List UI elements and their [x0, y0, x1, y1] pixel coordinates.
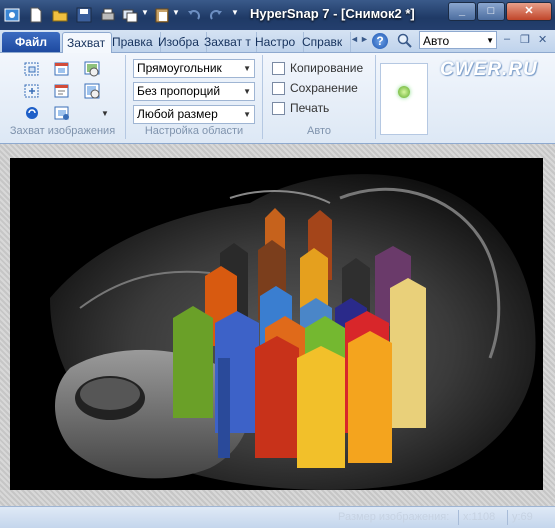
- shape-value: Прямоугольник: [137, 61, 222, 75]
- y-coordinate: y:69: [512, 511, 533, 523]
- capture-window-icon[interactable]: [53, 60, 71, 78]
- capture-preview-button[interactable]: [380, 63, 428, 135]
- mdi-minimize-button[interactable]: –: [504, 33, 510, 45]
- copy-checkbox[interactable]: Копирование: [272, 61, 363, 77]
- checkbox-box[interactable]: [272, 62, 285, 76]
- title-bar: ▼ ▼ ▼ HyperSnap 7 - [Снимок2 *] _ □ ✕: [0, 0, 555, 30]
- maximize-button[interactable]: □: [477, 2, 505, 21]
- region-group-label: Настройка области: [144, 125, 244, 137]
- print-label: Печать: [290, 101, 330, 115]
- status-bar: Размер изображения: x:1108 y:69: [0, 506, 555, 528]
- help-icon[interactable]: ?: [372, 33, 388, 49]
- chevron-down-icon: ▼: [243, 87, 251, 96]
- ratio-value: Без пропорций: [137, 84, 221, 98]
- redo-icon[interactable]: [208, 7, 224, 23]
- capture-active-window-icon[interactable]: [53, 82, 71, 100]
- status-separator: [507, 510, 508, 525]
- checkbox-box[interactable]: [272, 82, 285, 96]
- capture-region-icon[interactable]: [23, 60, 41, 78]
- auto-group-label: Авто: [307, 125, 331, 137]
- open-icon[interactable]: [52, 7, 68, 23]
- close-button[interactable]: ✕: [506, 2, 552, 21]
- capture-repeat-icon[interactable]: [23, 104, 41, 122]
- tab-help[interactable]: Справк: [298, 32, 351, 52]
- save-checkbox[interactable]: Сохранение: [272, 81, 358, 97]
- mdi-restore-button[interactable]: ❐: [520, 33, 530, 46]
- paste-icon[interactable]: [154, 7, 170, 23]
- copy-label: Копирование: [290, 61, 364, 75]
- undo-icon[interactable]: [186, 7, 202, 23]
- capture-scroll-icon[interactable]: [83, 82, 101, 100]
- image-workspace[interactable]: [0, 144, 555, 506]
- paste-dropdown-icon[interactable]: ▼: [172, 8, 180, 17]
- save-icon[interactable]: [76, 7, 92, 23]
- copy-window-icon[interactable]: [122, 7, 138, 23]
- image-size-label: Размер изображения:: [338, 511, 450, 523]
- ribbon-panel: ▼ Захват изображения Прямоугольник ▼ Без …: [0, 53, 555, 144]
- print-icon[interactable]: [100, 7, 116, 23]
- tabs-right-arrow-icon[interactable]: ►: [360, 34, 369, 44]
- chevron-down-icon: ▼: [486, 36, 494, 45]
- tab-settings[interactable]: Настро: [251, 32, 304, 52]
- region-group: Прямоугольник ▼ Без пропорций ▼ Любой разм…: [126, 55, 263, 139]
- print-checkbox[interactable]: Печать: [272, 101, 329, 117]
- zoom-select[interactable]: Авто ▼: [419, 31, 497, 49]
- capture-group: ▼ Захват изображения: [0, 55, 126, 139]
- magnifier-icon[interactable]: [397, 33, 413, 49]
- customize-icon[interactable]: ▼: [231, 8, 239, 17]
- captured-image-canvas[interactable]: [10, 158, 543, 490]
- new-icon[interactable]: [28, 7, 44, 23]
- app-icon[interactable]: [4, 7, 20, 23]
- capture-fullscreen-icon[interactable]: [83, 60, 101, 78]
- ratio-select[interactable]: Без пропорций ▼: [133, 82, 255, 101]
- x-coordinate: x:1108: [463, 511, 496, 523]
- window-title: HyperSnap 7 - [Снимок2 *]: [250, 6, 415, 21]
- zoom-value: Авто: [423, 34, 450, 48]
- chevron-down-icon: ▼: [243, 110, 251, 119]
- captured-image-crayons-in-hand: [10, 158, 543, 490]
- file-menu-button[interactable]: Файл: [2, 32, 60, 52]
- checkbox-box[interactable]: [272, 102, 285, 116]
- status-separator: [458, 510, 459, 525]
- capture-group-label: Захват изображения: [9, 125, 116, 137]
- capture-button-icon[interactable]: [23, 82, 41, 100]
- app-window: ▼ ▼ ▼ HyperSnap 7 - [Снимок2 *] _ □ ✕ Фа…: [0, 0, 555, 528]
- size-select[interactable]: Любой размер ▼: [133, 105, 255, 124]
- pointer-cursor-icon: ➤: [11, 160, 20, 171]
- minimize-button[interactable]: _: [448, 2, 476, 21]
- mdi-close-button[interactable]: ✕: [538, 33, 547, 46]
- chevron-down-icon: ▼: [243, 64, 251, 73]
- shape-select[interactable]: Прямоугольник ▼: [133, 59, 255, 78]
- save-label: Сохранение: [290, 81, 358, 95]
- more-capture-dropdown-icon[interactable]: ▼: [101, 109, 109, 118]
- tabs-left-arrow-icon[interactable]: ◄: [350, 34, 359, 44]
- size-value: Любой размер: [137, 107, 218, 121]
- tab-text-capture[interactable]: Захват т: [200, 32, 257, 52]
- capture-free-icon[interactable]: [53, 104, 71, 122]
- dropdown-icon[interactable]: ▼: [141, 8, 149, 17]
- watermark-logo: CWER.RU: [440, 59, 538, 80]
- auto-group: Копирование Сохранение Печать Авто: [263, 55, 376, 139]
- tab-capture[interactable]: Захват: [62, 32, 112, 53]
- green-status-icon: [398, 86, 410, 98]
